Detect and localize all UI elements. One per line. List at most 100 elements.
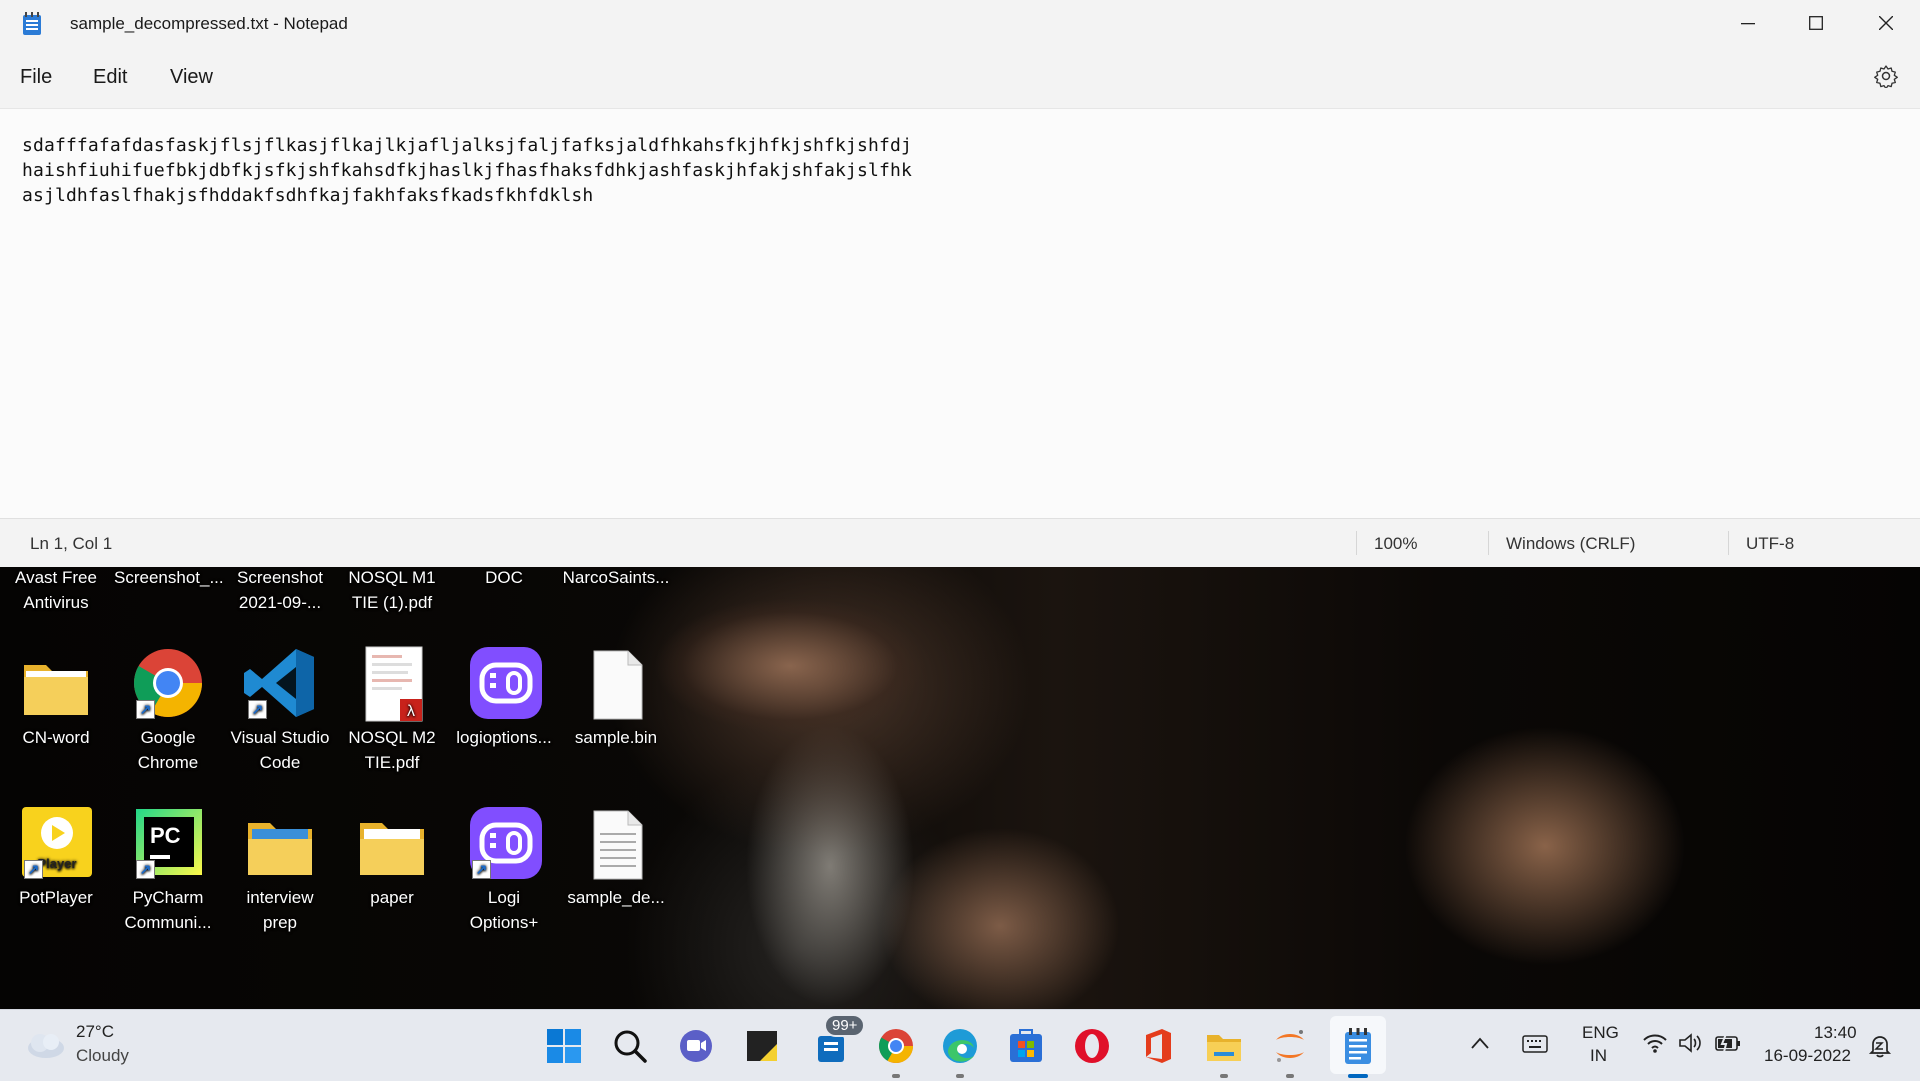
desktop-icon-narcosaints[interactable]: NarcoSaints...: [562, 565, 670, 590]
running-indicator: [1220, 1074, 1228, 1078]
desktop-icon-logioptions[interactable]: logioptions...: [450, 645, 558, 750]
taskbar-jupyter[interactable]: [1270, 1026, 1310, 1078]
mail-button[interactable]: 99+: [816, 1014, 866, 1066]
text-editor-area[interactable]: sdafffafafdasfaskjflsjflkasjflkajlkjaflj…: [0, 108, 1920, 519]
show-hidden-icons-button[interactable]: [1470, 1036, 1490, 1055]
desktop-icon-label: NOSQL M2: [348, 728, 436, 747]
menu-edit[interactable]: Edit: [93, 66, 127, 89]
desktop-icon-label: CN-word: [22, 728, 90, 747]
desktop-icon-doc[interactable]: DOC: [450, 565, 558, 590]
desktop-icon-label: interview: [246, 888, 314, 907]
clock-time: 13:40: [1814, 1023, 1857, 1042]
desktop-wallpaper: [0, 566, 1920, 1009]
taskbar: 27°C Cloudy 99+ ENG IN 13:40 16-09-2022: [0, 1009, 1920, 1081]
minimize-button[interactable]: [1714, 0, 1782, 46]
encoding: UTF-8: [1746, 534, 1795, 553]
shortcut-arrow-icon: ↗: [136, 700, 155, 719]
chrome-icon: [879, 1029, 913, 1063]
notepad-window: sample_decompressed.txt - Notepad File E…: [0, 0, 1920, 567]
maximize-icon: [1809, 16, 1823, 30]
desktop-icon-label: NarcoSaints...: [562, 568, 670, 587]
desktop-icon-label: Logi: [487, 888, 521, 907]
desktop-icon-nosql-m1[interactable]: NOSQL M1 TIE (1).pdf: [338, 565, 446, 615]
taskbar-opera[interactable]: [1072, 1026, 1112, 1066]
taskbar-edge[interactable]: [940, 1026, 980, 1078]
taskbar-office[interactable]: [1138, 1026, 1178, 1066]
maximize-button[interactable]: [1782, 0, 1850, 46]
title-bar[interactable]: sample_decompressed.txt - Notepad: [0, 0, 1920, 46]
cursor-position: Ln 1, Col 1: [30, 534, 113, 553]
folder-icon: [354, 805, 430, 885]
desktop-icon-sample-bin[interactable]: sample.bin: [562, 645, 670, 750]
battery-icon: [1715, 1033, 1740, 1053]
desktop-icon-label: Screenshot: [237, 568, 323, 587]
touch-keyboard-button[interactable]: [1522, 1034, 1548, 1059]
chrome-icon: ↗: [130, 645, 206, 725]
gear-icon: [1874, 65, 1898, 90]
text-file-icon: [578, 805, 654, 885]
teams-chat-button[interactable]: [676, 1026, 716, 1066]
desktop-icon-cn-word[interactable]: CN-word: [2, 645, 110, 750]
pycharm-badge: PC: [150, 823, 181, 848]
start-button[interactable]: [544, 1026, 584, 1066]
clock-date: 16-09-2022: [1764, 1046, 1851, 1065]
desktop-icon-screenshot-1[interactable]: Screenshot_...: [114, 565, 224, 590]
divider: [1356, 531, 1357, 555]
desktop-icon-paper[interactable]: paper: [338, 805, 446, 910]
desktop-icon-sample-de[interactable]: sample_de...: [562, 805, 670, 910]
taskbar-chrome[interactable]: [876, 1026, 916, 1078]
desktop-icon-interview-prep[interactable]: interview prep: [226, 805, 334, 935]
desktop-icon-logi-options[interactable]: ↗ Logi Options+: [450, 805, 558, 935]
folder-icon: [242, 805, 318, 885]
svg-text:λ: λ: [407, 703, 415, 720]
desktop-icon-label: 2021-09-...: [238, 593, 322, 612]
desktop-icon-label: NOSQL M1: [348, 568, 436, 587]
desktop-icon-label: Google: [140, 728, 196, 747]
folder-icon: [1207, 1035, 1241, 1061]
quick-settings-button[interactable]: [1642, 1032, 1742, 1058]
folder-icon: [18, 645, 94, 725]
desktop-icon-vscode[interactable]: ↗ Visual Studio Code: [226, 645, 334, 775]
desktop-icon-label: DOC: [485, 568, 523, 587]
desktop-icon-potplayer[interactable]: Player ↗ PotPlayer: [2, 805, 110, 910]
sticky-notes-button[interactable]: [742, 1026, 782, 1066]
taskbar-file-explorer[interactable]: [1204, 1026, 1244, 1078]
sticky-notes-icon: [747, 1031, 777, 1061]
menu-file[interactable]: File: [20, 66, 52, 89]
desktop-icon-google-chrome[interactable]: ↗ Google Chrome: [114, 645, 222, 775]
desktop-icon-label: Avast Free: [15, 568, 97, 587]
taskbar-notepad[interactable]: [1338, 1026, 1378, 1078]
text-line: haishfiuhifuefbkjdbfkjsfkjshfkahsdfkjhas…: [22, 160, 912, 181]
chevron-up-icon: [1471, 1037, 1489, 1049]
language-region: IN: [1590, 1046, 1607, 1065]
line-ending: Windows (CRLF): [1506, 534, 1636, 553]
shortcut-arrow-icon: ↗: [248, 700, 267, 719]
opera-icon: [1075, 1029, 1109, 1063]
desktop-icon-screenshot-2[interactable]: Screenshot 2021-09-...: [226, 565, 334, 615]
vscode-icon: ↗: [242, 645, 318, 725]
shortcut-arrow-icon: ↗: [24, 860, 43, 879]
active-indicator: [1348, 1074, 1368, 1078]
menu-bar: File Edit View: [0, 46, 1920, 108]
keyboard-icon: [1522, 1035, 1548, 1053]
desktop-icon-avast[interactable]: Avast Free Antivirus: [2, 565, 110, 615]
search-icon: [614, 1030, 647, 1063]
shortcut-arrow-icon: ↗: [136, 860, 155, 879]
desktop-icon-nosql-m2[interactable]: λ NOSQL M2 TIE.pdf: [338, 645, 446, 775]
running-indicator: [892, 1074, 900, 1078]
notification-center-button[interactable]: [1868, 1034, 1892, 1063]
desktop-icon-label: PyCharm: [132, 888, 204, 907]
logi-icon: [466, 645, 542, 725]
divider: [1728, 531, 1729, 555]
search-button[interactable]: [610, 1026, 650, 1066]
taskbar-store[interactable]: [1006, 1026, 1046, 1066]
desktop-icon-pycharm[interactable]: PC ↗ PyCharm Communi...: [114, 805, 222, 935]
logi-icon: ↗: [466, 805, 542, 885]
settings-button[interactable]: [1874, 64, 1898, 93]
desktop-icon-label: logioptions...: [456, 728, 552, 747]
menu-view[interactable]: View: [170, 66, 213, 89]
close-button[interactable]: [1852, 0, 1920, 46]
text-line: asjldhfaslfhakjsfhddakfsdhfkajfakhfaksfk…: [22, 185, 594, 206]
desktop-icon-label: Options+: [469, 913, 539, 932]
desktop-icon-label: TIE.pdf: [364, 753, 420, 772]
